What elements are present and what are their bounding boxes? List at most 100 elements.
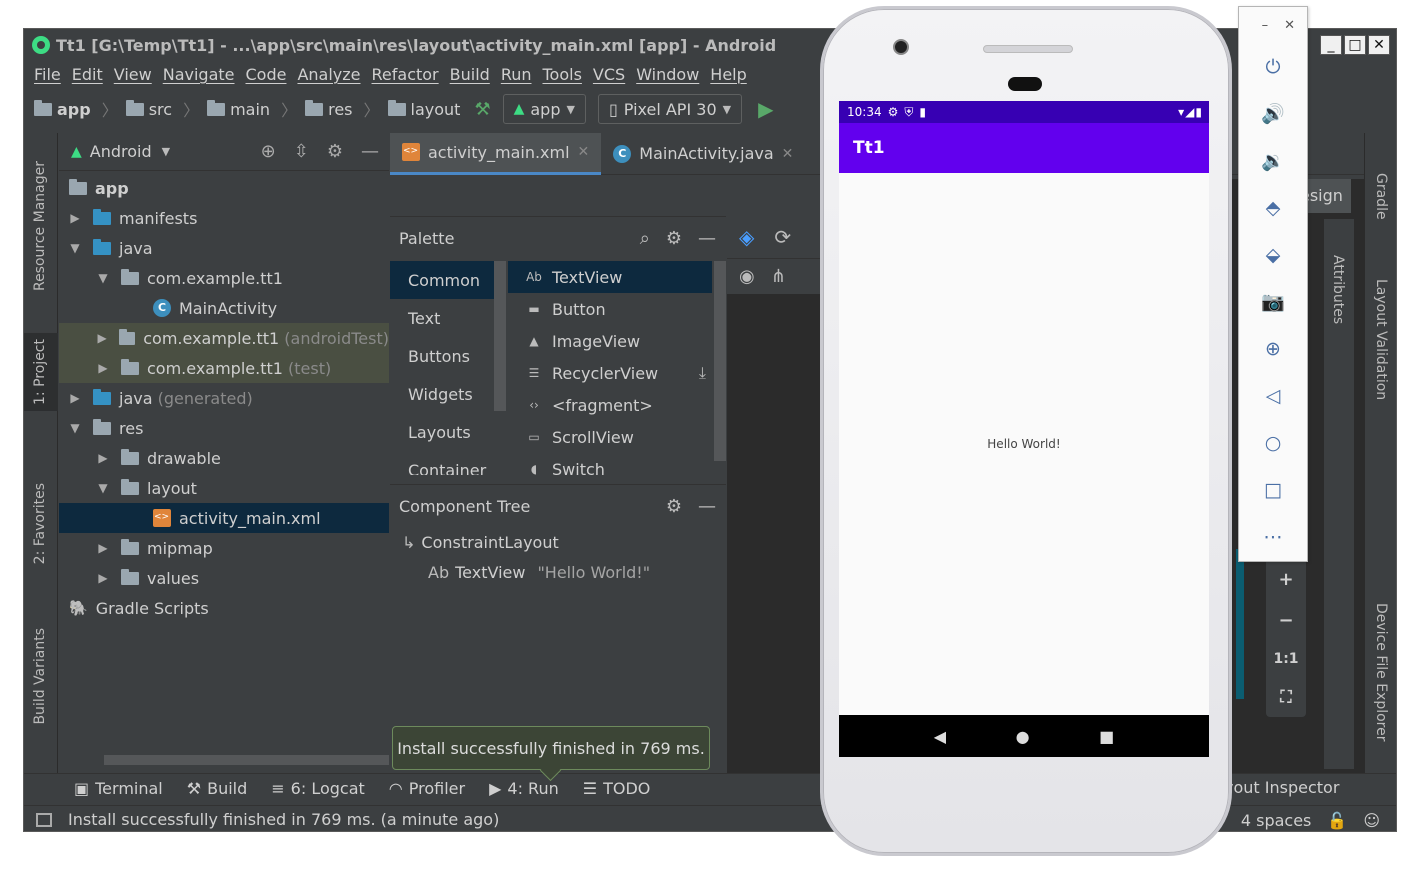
- tree-item-mainactivity[interactable]: C MainActivity: [59, 293, 389, 323]
- palette-item-fragment[interactable]: ‹› <fragment>: [508, 389, 712, 421]
- tab-logcat[interactable]: ≡ 6: Logcat: [271, 779, 365, 798]
- nav-recents-icon[interactable]: ■: [1099, 727, 1114, 746]
- tree-item-app[interactable]: app: [59, 173, 389, 203]
- tab-device-file-explorer[interactable]: Device File Explorer: [1373, 603, 1389, 742]
- tab-layout-inspector[interactable]: yout Inspector: [1224, 773, 1339, 803]
- camera-icon[interactable]: 📷: [1239, 278, 1307, 325]
- magnet-off-icon[interactable]: ⋔: [771, 266, 786, 287]
- device-select[interactable]: ▯ Pixel API 30 ▼: [597, 94, 743, 124]
- menu-run[interactable]: Run: [501, 65, 532, 84]
- menu-navigate[interactable]: Navigate: [163, 65, 235, 84]
- expand-arrow-icon[interactable]: ▶: [95, 361, 111, 375]
- palette-category-layouts[interactable]: Layouts: [390, 413, 494, 451]
- gear-icon[interactable]: ⚙: [327, 141, 343, 162]
- expand-arrow-icon[interactable]: ▶: [95, 541, 111, 555]
- tab-todo[interactable]: ☰ TODO: [583, 779, 651, 798]
- overview-icon[interactable]: □: [1239, 466, 1307, 513]
- more-icon[interactable]: ⋯: [1239, 513, 1307, 560]
- zoom-in-button[interactable]: +: [1278, 569, 1293, 590]
- tab-mainactivity-java[interactable]: C MainActivity.java ✕: [601, 133, 805, 175]
- breadcrumb-layout[interactable]: layout: [387, 99, 460, 119]
- zoom-actual-button[interactable]: 1:1: [1273, 651, 1298, 667]
- tab-terminal[interactable]: ▣ Terminal: [74, 779, 163, 798]
- locate-icon[interactable]: ⊕: [261, 141, 276, 162]
- search-icon[interactable]: ⌕: [640, 228, 650, 249]
- expand-arrow-icon[interactable]: ▶: [95, 571, 111, 585]
- tree-item-package-androidtest[interactable]: ▶ com.example.tt1 (androidTest): [59, 323, 389, 353]
- tab-resource-manager[interactable]: Resource Manager: [32, 161, 48, 291]
- tree-item-mipmap[interactable]: ▶ mipmap: [59, 533, 389, 563]
- gear-icon[interactable]: ⚙: [666, 228, 682, 249]
- palette-item-textview[interactable]: Ab TextView: [508, 261, 712, 293]
- palette-categories-scrollbar[interactable]: [494, 261, 506, 411]
- close-icon[interactable]: ✕: [1284, 18, 1295, 33]
- tree-item-package-test[interactable]: ▶ com.example.tt1 (test): [59, 353, 389, 383]
- zoom-fit-icon[interactable]: ⛶: [1280, 687, 1291, 707]
- power-icon[interactable]: ⏻: [1239, 43, 1307, 90]
- breadcrumb-res[interactable]: res 〉: [305, 97, 383, 121]
- toggle-tool-windows-icon[interactable]: [36, 812, 52, 827]
- tree-item-manifests[interactable]: ▶ manifests: [59, 203, 389, 233]
- eye-icon[interactable]: ◉: [739, 266, 755, 287]
- tree-item-res[interactable]: ▼ res: [59, 413, 389, 443]
- menu-view[interactable]: View: [114, 65, 152, 84]
- collapse-arrow-icon[interactable]: ▼: [95, 481, 111, 495]
- breadcrumb-app[interactable]: app 〉: [34, 97, 122, 121]
- menu-code[interactable]: Code: [246, 65, 287, 84]
- menu-help[interactable]: Help: [710, 65, 746, 84]
- download-icon[interactable]: ⤓: [699, 363, 706, 383]
- palette-item-switch[interactable]: ◖ Switch: [508, 453, 712, 476]
- menu-tools[interactable]: Tools: [543, 65, 582, 84]
- hide-icon[interactable]: —: [698, 228, 716, 249]
- tree-item-activity-main-xml[interactable]: activity_main.xml: [59, 503, 389, 533]
- collapse-arrow-icon[interactable]: ▼: [95, 271, 111, 285]
- tab-project[interactable]: 1: Project: [24, 333, 58, 411]
- indent-setting[interactable]: 4 spaces: [1241, 811, 1312, 830]
- menu-window[interactable]: Window: [636, 65, 699, 84]
- palette-items-scrollbar[interactable]: [714, 261, 726, 461]
- component-textview[interactable]: Ab TextView "Hello World!": [390, 557, 726, 587]
- expand-arrow-icon[interactable]: ▶: [67, 211, 83, 225]
- volume-down-icon[interactable]: 🔉: [1239, 137, 1307, 184]
- tab-activity-main-xml[interactable]: activity_main.xml ✕: [390, 132, 602, 175]
- close-icon[interactable]: ✕: [782, 146, 794, 162]
- palette-item-scrollview[interactable]: ▭ ScrollView: [508, 421, 712, 453]
- breadcrumb-src[interactable]: src 〉: [125, 97, 203, 121]
- menu-analyze[interactable]: Analyze: [297, 65, 360, 84]
- horizontal-scrollbar[interactable]: [104, 755, 389, 765]
- collapse-arrow-icon[interactable]: ▼: [67, 421, 83, 435]
- expand-arrow-icon[interactable]: ▶: [67, 391, 83, 405]
- gear-icon[interactable]: ⚙: [666, 496, 682, 517]
- tab-profiler[interactable]: ◠ Profiler: [389, 779, 465, 798]
- tree-item-java-generated[interactable]: ▶ java (generated): [59, 383, 389, 413]
- volume-up-icon[interactable]: 🔊: [1239, 90, 1307, 137]
- minimize-icon[interactable]: –: [1262, 18, 1269, 33]
- build-hammer-icon[interactable]: ⚒: [474, 99, 490, 120]
- maximize-button[interactable]: □: [1344, 35, 1366, 55]
- palette-item-imageview[interactable]: ▲ ImageView: [508, 325, 712, 357]
- palette-item-recyclerview[interactable]: ☰ RecyclerView ⤓: [508, 357, 712, 389]
- palette-category-buttons[interactable]: Buttons: [390, 337, 494, 375]
- tree-item-package[interactable]: ▼ com.example.tt1: [59, 263, 389, 293]
- menu-vcs[interactable]: VCS: [593, 65, 625, 84]
- tree-item-layout[interactable]: ▼ layout: [59, 473, 389, 503]
- tree-item-values[interactable]: ▶ values: [59, 563, 389, 593]
- tree-item-gradle-scripts[interactable]: 🐘 Gradle Scripts: [59, 593, 389, 623]
- expand-arrow-icon[interactable]: ▶: [95, 331, 109, 345]
- nav-home-icon[interactable]: ●: [1016, 727, 1030, 746]
- lock-icon[interactable]: 🔓: [1327, 811, 1347, 830]
- tab-attributes[interactable]: Attributes: [1330, 255, 1346, 324]
- hide-icon[interactable]: —: [698, 496, 716, 517]
- back-icon[interactable]: ◁: [1239, 372, 1307, 419]
- orientation-icon[interactable]: ⟳: [774, 225, 791, 249]
- minimize-button[interactable]: _: [1320, 35, 1342, 55]
- menu-file[interactable]: File: [34, 65, 61, 84]
- rotate-right-icon[interactable]: ⬙: [1239, 231, 1307, 278]
- layers-icon[interactable]: ◈: [739, 225, 754, 249]
- run-config-select[interactable]: ▲ app ▼: [502, 94, 586, 124]
- palette-category-text[interactable]: Text: [390, 299, 494, 337]
- zoom-out-button[interactable]: −: [1278, 610, 1293, 631]
- collapse-arrow-icon[interactable]: ▼: [67, 241, 83, 255]
- tab-build[interactable]: ⚒ Build: [187, 779, 248, 798]
- tab-layout-validation[interactable]: Layout Validation: [1373, 279, 1389, 400]
